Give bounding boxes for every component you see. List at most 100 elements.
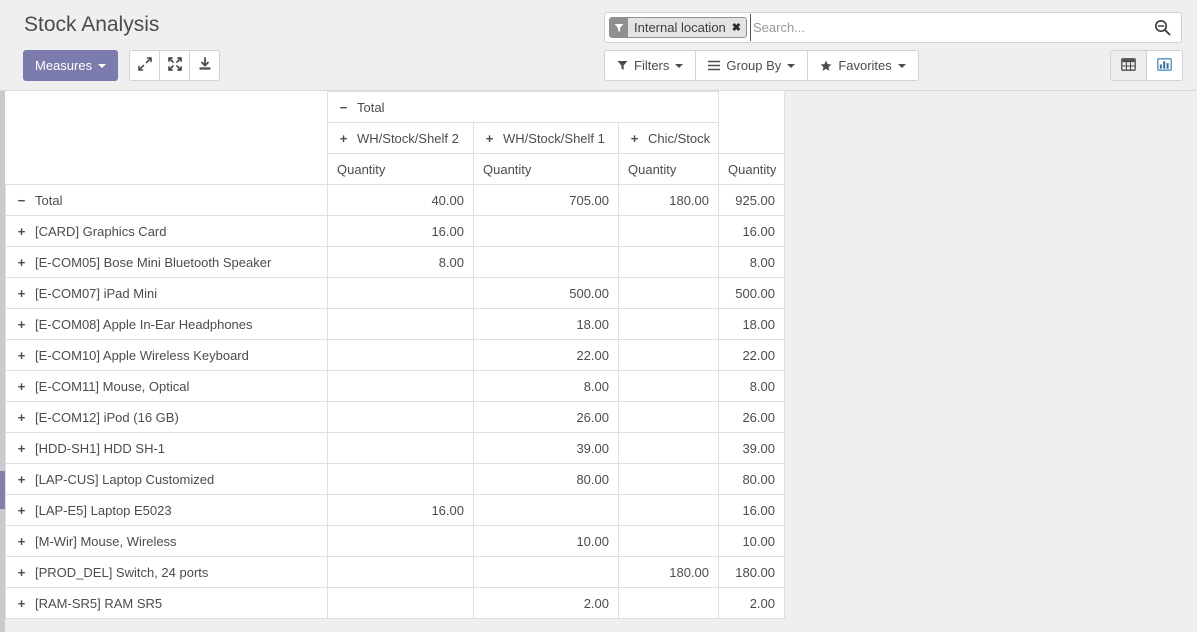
cell-value[interactable] xyxy=(618,339,719,371)
cell-value[interactable]: 500.00 xyxy=(473,277,619,309)
cell-row-total[interactable]: 500.00 xyxy=(718,277,785,309)
row-header[interactable]: + [E-COM08] Apple In-Ear Headphones xyxy=(5,308,328,340)
cell-value[interactable] xyxy=(473,215,619,247)
cell-value[interactable] xyxy=(327,401,474,433)
cell-value[interactable] xyxy=(618,432,719,464)
cell-value[interactable] xyxy=(618,246,719,278)
cell-value[interactable] xyxy=(618,525,719,557)
row-header[interactable]: + [PROD_DEL] Switch, 24 ports xyxy=(5,556,328,588)
cell-row-total[interactable]: 925.00 xyxy=(718,184,785,216)
cell-value[interactable]: 39.00 xyxy=(473,432,619,464)
cell-value[interactable]: 8.00 xyxy=(473,370,619,402)
group-by-button[interactable]: Group By xyxy=(695,50,809,81)
cell-value[interactable] xyxy=(618,308,719,340)
cell-row-total[interactable]: 22.00 xyxy=(718,339,785,371)
cell-value[interactable]: 180.00 xyxy=(618,184,719,216)
row-header[interactable]: + [LAP-CUS] Laptop Customized xyxy=(5,463,328,495)
cell-row-total[interactable]: 8.00 xyxy=(718,246,785,278)
expand-toggle-icon[interactable]: + xyxy=(15,348,28,363)
measure-header-shelf-2[interactable]: Quantity xyxy=(327,153,474,185)
expand-all-button[interactable] xyxy=(129,50,161,81)
cell-row-total[interactable]: 16.00 xyxy=(718,494,785,526)
row-header[interactable]: + [M-Wir] Mouse, Wireless xyxy=(5,525,328,557)
cell-value[interactable] xyxy=(618,277,719,309)
cell-value[interactable]: 80.00 xyxy=(473,463,619,495)
measure-header-chic-stock[interactable]: Quantity xyxy=(618,153,719,185)
cell-row-total[interactable]: 2.00 xyxy=(718,587,785,619)
cell-row-total[interactable]: 16.00 xyxy=(718,215,785,247)
cell-value[interactable] xyxy=(473,246,619,278)
cell-value[interactable] xyxy=(327,370,474,402)
expand-toggle-icon[interactable]: + xyxy=(15,596,28,611)
row-header[interactable]: + [E-COM10] Apple Wireless Keyboard xyxy=(5,339,328,371)
column-header-chic-stock[interactable]: + Chic/Stock xyxy=(618,122,719,154)
measure-header-total[interactable]: Quantity xyxy=(718,153,785,185)
row-header-total[interactable]: − Total xyxy=(5,184,328,216)
expand-toggle-icon[interactable]: + xyxy=(15,472,28,487)
close-icon[interactable]: ✖ xyxy=(732,21,741,34)
expand-toggle-icon[interactable]: + xyxy=(15,255,28,270)
row-header[interactable]: + [E-COM07] iPad Mini xyxy=(5,277,328,309)
cell-value[interactable] xyxy=(618,494,719,526)
cell-value[interactable] xyxy=(327,463,474,495)
expand-toggle-icon[interactable]: + xyxy=(15,534,28,549)
expand-toggle-icon[interactable]: + xyxy=(15,565,28,580)
cell-value[interactable] xyxy=(618,401,719,433)
cell-value[interactable]: 40.00 xyxy=(327,184,474,216)
row-header[interactable]: + [RAM-SR5] RAM SR5 xyxy=(5,587,328,619)
collapse-toggle-icon[interactable]: − xyxy=(337,100,350,115)
row-header[interactable]: + [CARD] Graphics Card xyxy=(5,215,328,247)
collapse-toggle-icon[interactable]: − xyxy=(15,193,28,208)
cell-value[interactable]: 180.00 xyxy=(618,556,719,588)
column-group-total-header[interactable]: − Total xyxy=(327,91,719,123)
cell-value[interactable]: 2.00 xyxy=(473,587,619,619)
cell-value[interactable] xyxy=(327,277,474,309)
expand-toggle-icon[interactable]: + xyxy=(15,379,28,394)
flip-axis-button[interactable] xyxy=(159,50,191,81)
cell-value[interactable]: 8.00 xyxy=(327,246,474,278)
cell-value[interactable] xyxy=(327,339,474,371)
cell-value[interactable]: 18.00 xyxy=(473,308,619,340)
search-facet-internal-location[interactable]: Internal location ✖ xyxy=(609,17,747,38)
graph-view-button[interactable] xyxy=(1146,50,1183,81)
cell-value[interactable] xyxy=(327,556,474,588)
cell-value[interactable] xyxy=(327,525,474,557)
expand-toggle-icon[interactable]: + xyxy=(15,286,28,301)
cell-value[interactable] xyxy=(327,308,474,340)
cell-value[interactable] xyxy=(327,432,474,464)
row-header[interactable]: + [E-COM05] Bose Mini Bluetooth Speaker xyxy=(5,246,328,278)
cell-row-total[interactable]: 8.00 xyxy=(718,370,785,402)
pivot-view-button[interactable] xyxy=(1110,50,1147,81)
expand-toggle-icon[interactable]: + xyxy=(15,410,28,425)
cell-value[interactable] xyxy=(618,215,719,247)
expand-toggle-icon[interactable]: + xyxy=(15,441,28,456)
row-header[interactable]: + [E-COM12] iPod (16 GB) xyxy=(5,401,328,433)
cell-row-total[interactable]: 80.00 xyxy=(718,463,785,495)
expand-toggle-icon[interactable]: + xyxy=(15,503,28,518)
cell-value[interactable]: 22.00 xyxy=(473,339,619,371)
search-input[interactable] xyxy=(750,14,1149,41)
filters-button[interactable]: Filters xyxy=(604,50,697,81)
cell-value[interactable] xyxy=(473,494,619,526)
row-header[interactable]: + [LAP-E5] Laptop E5023 xyxy=(5,494,328,526)
cell-value[interactable]: 16.00 xyxy=(327,494,474,526)
expand-toggle-icon[interactable]: + xyxy=(337,131,350,146)
measure-header-shelf-1[interactable]: Quantity xyxy=(473,153,619,185)
column-header-shelf-1[interactable]: + WH/Stock/Shelf 1 xyxy=(473,122,619,154)
cell-row-total[interactable]: 18.00 xyxy=(718,308,785,340)
cell-value[interactable] xyxy=(473,556,619,588)
measures-button[interactable]: Measures xyxy=(23,50,119,81)
cell-row-total[interactable]: 10.00 xyxy=(718,525,785,557)
cell-row-total[interactable]: 180.00 xyxy=(718,556,785,588)
expand-toggle-icon[interactable]: + xyxy=(15,224,28,239)
cell-value[interactable] xyxy=(327,587,474,619)
favorites-button[interactable]: Favorites xyxy=(807,50,919,81)
cell-value[interactable]: 26.00 xyxy=(473,401,619,433)
row-header[interactable]: + [HDD-SH1] HDD SH-1 xyxy=(5,432,328,464)
cell-value[interactable]: 705.00 xyxy=(473,184,619,216)
search-bar[interactable]: Internal location ✖ xyxy=(604,12,1182,43)
column-header-shelf-2[interactable]: + WH/Stock/Shelf 2 xyxy=(327,122,474,154)
cell-value[interactable] xyxy=(618,370,719,402)
cell-value[interactable] xyxy=(618,587,719,619)
row-header[interactable]: + [E-COM11] Mouse, Optical xyxy=(5,370,328,402)
